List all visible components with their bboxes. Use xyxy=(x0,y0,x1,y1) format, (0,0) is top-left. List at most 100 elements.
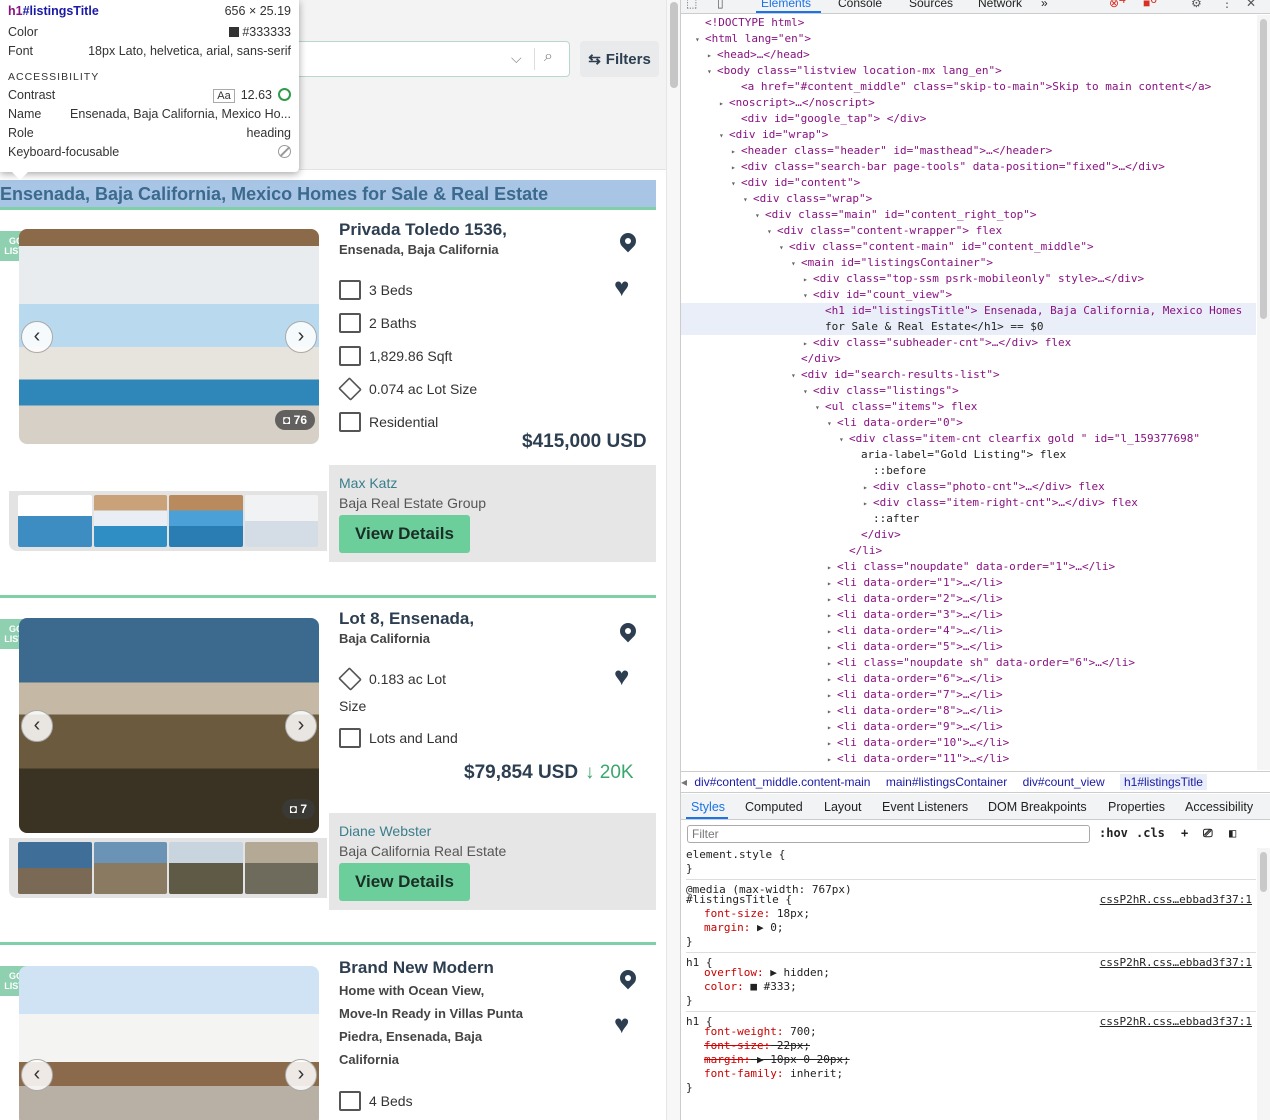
dom-node[interactable]: ▾ <div class="item-cnt clearfix gold " id… xyxy=(681,431,1256,447)
dom-node[interactable]: ▸ <div class="subheader-cnt">…</div> flex xyxy=(681,335,1256,351)
dom-node[interactable]: ▾ <body class="listview location-mx lang_… xyxy=(681,63,1256,79)
agent-name[interactable]: Max Katz xyxy=(339,475,646,491)
tab-elements[interactable]: Elements xyxy=(761,0,811,10)
scroll-left-icon[interactable]: ◂ xyxy=(681,775,687,789)
style-line[interactable]: font-size: 18px; xyxy=(686,907,1256,921)
listing-address[interactable]: Privada Toledo 1536, xyxy=(339,220,656,240)
tab-sources[interactable]: Sources xyxy=(909,0,953,10)
thumbnail[interactable] xyxy=(93,495,167,547)
dom-node[interactable]: ::after xyxy=(681,511,1256,527)
dom-node[interactable]: ▾ <ul class="items"> flex xyxy=(681,399,1256,415)
listing-card[interactable]: GOLD LISTING ‹ › ◘ 76 Privada Toledo 153… xyxy=(0,207,656,562)
style-line[interactable]: margin: ▶ 0; xyxy=(686,921,1256,935)
close-icon[interactable]: ✕ xyxy=(1246,0,1256,10)
tab-dom-breakpoints[interactable]: DOM Breakpoints xyxy=(988,794,1087,820)
dom-node[interactable]: ▸ <li data-order="2">…</li> xyxy=(681,591,1256,607)
style-line[interactable]: color: ■ #333; xyxy=(686,980,1256,994)
cls-toggle[interactable]: .cls xyxy=(1136,826,1165,840)
style-line[interactable]: } xyxy=(686,935,1256,949)
thumbnail[interactable] xyxy=(169,495,243,547)
tab-properties[interactable]: Properties xyxy=(1108,794,1165,820)
more-tabs-icon[interactable]: » xyxy=(1041,0,1048,10)
dom-node[interactable]: aria-label="Gold Listing"> flex xyxy=(681,447,1256,463)
dom-node[interactable]: </li> xyxy=(681,543,1256,559)
style-line[interactable]: margin: ▶ 10px 0 20px; xyxy=(686,1053,1256,1067)
style-line[interactable]: font-size: 22px; xyxy=(686,1039,1256,1053)
dom-node[interactable]: ▸ <li data-order="10">…</li> xyxy=(681,735,1256,751)
previous-photo-button[interactable]: ‹ xyxy=(21,321,53,353)
previous-photo-button[interactable]: ‹ xyxy=(21,1059,53,1091)
tab-event-listeners[interactable]: Event Listeners xyxy=(882,794,968,820)
dom-node[interactable]: ▸ <li class="noupdate sh" data-order="6">… xyxy=(681,655,1256,671)
dom-node[interactable]: ▸ <div class="photo-cnt">…</div> flex xyxy=(681,479,1256,495)
next-photo-button[interactable]: › xyxy=(285,1059,317,1091)
dom-node[interactable]: ▸ <div class="item-right-cnt">…</div> fle… xyxy=(681,495,1256,511)
listing-photo[interactable]: ‹ › ◘ 76 xyxy=(19,229,319,444)
dom-node[interactable]: ▸ <li class="noupdate" data-order="1">…</… xyxy=(681,559,1256,575)
dom-node[interactable]: ▸ <li data-order="9">…</li> xyxy=(681,719,1256,735)
favorite-heart-icon[interactable]: ♥ xyxy=(614,272,629,303)
listing-photo[interactable]: ‹ › ◘ 7 xyxy=(19,618,319,833)
chevron-down-icon[interactable]: ⌵ xyxy=(511,50,522,67)
next-photo-button[interactable]: › xyxy=(285,710,317,742)
dom-node[interactable]: for Sale & Real Estate</h1> == $0 xyxy=(681,319,1256,335)
thumbnail[interactable] xyxy=(244,495,318,547)
style-line[interactable]: } xyxy=(686,994,1256,1008)
next-photo-button[interactable]: › xyxy=(285,321,317,353)
dom-node[interactable]: ▾ <div id="search-results-list"> xyxy=(681,367,1256,383)
dom-node[interactable]: ▾ <div class="main" id="content_right_top… xyxy=(681,207,1256,223)
dom-node[interactable]: ▸ <div class="top-ssm psrk-mobileonly" st… xyxy=(681,271,1256,287)
tab-console[interactable]: Console xyxy=(838,0,882,10)
breadcrumb-item[interactable]: div#content_middle.content-main xyxy=(694,775,870,789)
more-options-icon[interactable]: ⋮ xyxy=(1221,0,1233,10)
favorite-heart-icon[interactable]: ♥ xyxy=(614,1009,629,1040)
settings-gear-icon[interactable]: ⚙ xyxy=(1191,0,1202,10)
dom-node[interactable]: <h1 id="listingsTitle"> Ensenada, Baja C… xyxy=(681,303,1256,319)
previous-photo-button[interactable]: ‹ xyxy=(21,710,53,742)
style-line[interactable]: overflow: ▶ hidden; xyxy=(686,966,1256,980)
favorite-heart-icon[interactable]: ♥ xyxy=(614,661,629,692)
dom-node[interactable]: ▾ <main id="listingsContainer"> xyxy=(681,255,1256,271)
listing-photo[interactable]: ‹ › xyxy=(19,966,319,1120)
dom-node[interactable]: ▸ <li data-order="7">…</li> xyxy=(681,687,1256,703)
style-line[interactable]: } xyxy=(686,862,1256,876)
thumbnail[interactable] xyxy=(18,495,92,547)
filters-button[interactable]: ⇆ Filters xyxy=(580,41,659,77)
thumbnail[interactable] xyxy=(169,842,243,894)
dom-node[interactable]: <div id="google_tap"> </div> xyxy=(681,111,1256,127)
dom-node[interactable]: ::before xyxy=(681,463,1256,479)
dom-node[interactable]: ▸ <li data-order="3">…</li> xyxy=(681,607,1256,623)
warning-count[interactable]: ■ 6 xyxy=(1143,0,1157,10)
listing-card[interactable]: GOLD LISTING ‹ › ◘ 7 Lot 8, Ensenada, Ba… xyxy=(0,595,656,910)
dom-node[interactable]: <a href="#content_middle" class="skip-to… xyxy=(681,79,1256,95)
style-line[interactable]: font-family: inherit; xyxy=(686,1067,1256,1081)
view-details-button[interactable]: View Details xyxy=(339,863,470,901)
dom-node[interactable]: </div> xyxy=(681,351,1256,367)
dom-node[interactable]: ▾ <div class="listings"> xyxy=(681,383,1256,399)
dom-tree[interactable]: <!DOCTYPE html> ▾ <html lang="en"> ▸ <head>…… xyxy=(681,15,1256,770)
dom-node[interactable]: ▾ <div class="content-wrapper"> flex xyxy=(681,223,1256,239)
breadcrumb-item[interactable]: div#count_view xyxy=(1023,775,1105,789)
style-line[interactable]: element.style { xyxy=(686,848,1256,862)
search-icon[interactable]: ⌕ xyxy=(544,48,553,66)
dom-node[interactable]: ▸ <noscript>…</noscript> xyxy=(681,95,1256,111)
dom-node[interactable]: ▸ <li data-order="8">…</li> xyxy=(681,703,1256,719)
dom-node[interactable]: </div> xyxy=(681,527,1256,543)
hov-toggle[interactable]: :hov xyxy=(1099,826,1128,840)
dom-node[interactable]: ▸ <head>…</head> xyxy=(681,47,1256,63)
dom-node[interactable]: ▾ <div id="wrap"> xyxy=(681,127,1256,143)
dom-node[interactable]: ▾ <div id="content"> xyxy=(681,175,1256,191)
dom-node[interactable]: ▸ <li data-order="11">…</li> xyxy=(681,751,1256,767)
paint-icon[interactable]: ⎚ xyxy=(1203,826,1213,841)
dom-node[interactable]: <!DOCTYPE html> xyxy=(681,15,1256,31)
thumbnail[interactable] xyxy=(93,842,167,894)
style-line[interactable]: font-weight: 700; xyxy=(686,1025,1256,1039)
thumbnail[interactable] xyxy=(18,842,92,894)
listing-address[interactable]: Brand New Modern xyxy=(339,958,656,978)
tab-network[interactable]: Network xyxy=(978,0,1022,10)
tab-layout[interactable]: Layout xyxy=(824,794,862,820)
error-count[interactable]: ⊗ 4 xyxy=(1109,0,1126,10)
dom-node[interactable]: ▾ <div class="wrap"> xyxy=(681,191,1256,207)
dom-node[interactable]: ▸ <li data-order="4">…</li> xyxy=(681,623,1256,639)
dom-node[interactable]: ▸ <li data-order="5">…</li> xyxy=(681,639,1256,655)
